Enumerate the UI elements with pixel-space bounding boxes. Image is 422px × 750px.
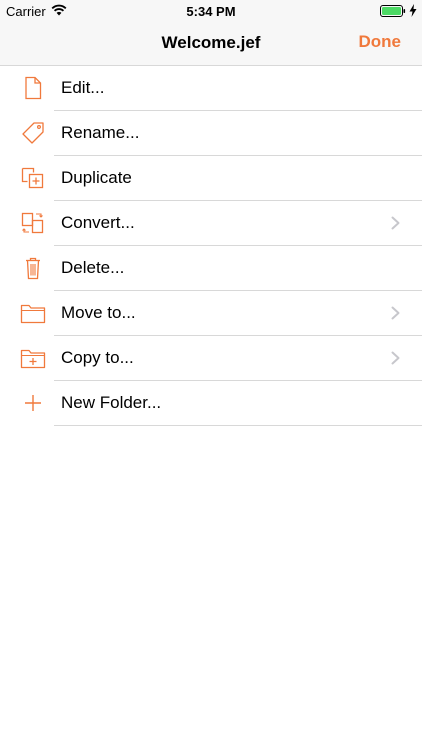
action-menu: Edit... Rename... Duplicate Convert... D… xyxy=(0,66,422,426)
menu-item-label: New Folder... xyxy=(61,393,162,412)
menu-item-label: Duplicate xyxy=(61,168,132,187)
folder-add-icon xyxy=(20,349,46,369)
menu-item-rename[interactable]: Rename... xyxy=(0,111,422,156)
menu-item-label: Delete... xyxy=(61,258,125,277)
status-bar: Carrier 5:34 PM xyxy=(0,0,422,22)
divider xyxy=(54,425,422,426)
menu-item-new-folder[interactable]: New Folder... xyxy=(0,381,422,426)
document-icon xyxy=(25,76,42,100)
menu-item-edit[interactable]: Edit... xyxy=(0,66,422,111)
clock: 5:34 PM xyxy=(186,4,236,19)
menu-item-delete[interactable]: Delete... xyxy=(0,246,422,291)
charging-bolt-icon xyxy=(409,4,417,17)
plus-icon xyxy=(25,395,41,411)
menu-item-duplicate[interactable]: Duplicate xyxy=(0,156,422,201)
battery-icon xyxy=(380,5,406,17)
trash-icon xyxy=(26,257,40,280)
menu-item-label: Convert... xyxy=(61,213,135,232)
convert-icon xyxy=(21,212,44,234)
done-button[interactable]: Done xyxy=(359,32,402,52)
menu-item-move[interactable]: Move to... xyxy=(0,291,422,336)
navigation-bar: Welcome.jef Done xyxy=(0,22,422,66)
chevron-right-icon xyxy=(391,306,400,320)
folder-icon xyxy=(20,304,46,324)
menu-item-label: Edit... xyxy=(61,78,105,97)
duplicate-icon xyxy=(21,167,44,189)
menu-item-copy[interactable]: Copy to... xyxy=(0,336,422,381)
menu-item-label: Rename... xyxy=(61,123,140,142)
menu-item-label: Copy to... xyxy=(61,348,134,367)
chevron-right-icon xyxy=(391,216,400,230)
menu-item-label: Move to... xyxy=(61,303,136,322)
menu-item-convert[interactable]: Convert... xyxy=(0,201,422,246)
tag-icon xyxy=(22,122,44,144)
chevron-right-icon xyxy=(391,351,400,365)
